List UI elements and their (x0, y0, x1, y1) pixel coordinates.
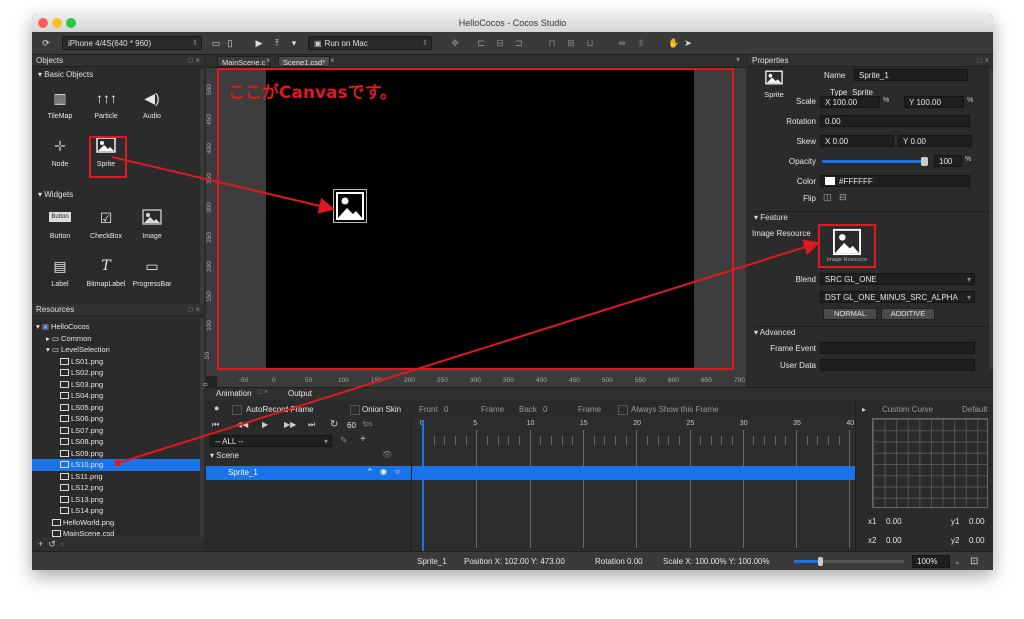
arrow-resource-to-image (117, 239, 820, 464)
arrow-origin-dot (114, 459, 122, 467)
annotation-arrows (111, 156, 820, 467)
arrow-sprite-to-canvas (111, 156, 335, 214)
